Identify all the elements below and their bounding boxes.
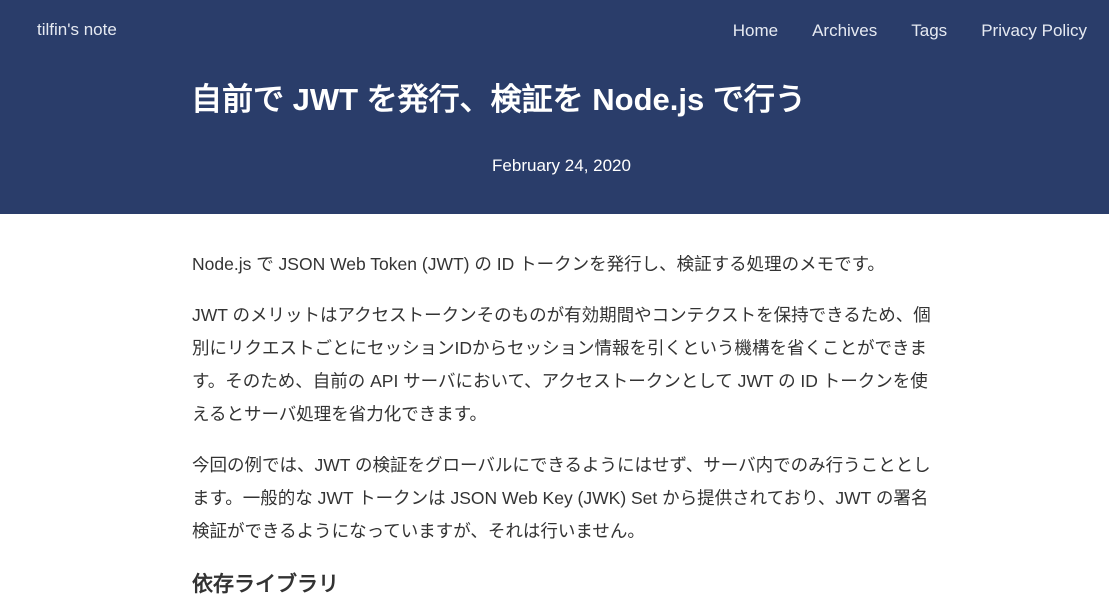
post-paragraph-scope: 今回の例では、JWT の検証をグローバルにできるようにはせず、サーバ内でのみ行う… xyxy=(192,455,931,541)
post-content: Node.js で JSON Web Token (JWT) の ID トークン… xyxy=(192,248,932,600)
main-nav: Home Archives Tags Privacy Policy xyxy=(699,20,1087,42)
site-header: tilfin's note Home Archives Tags Privacy… xyxy=(0,0,1109,214)
nav-archives-link[interactable]: Archives xyxy=(812,20,877,42)
post-date: February 24, 2020 xyxy=(492,156,631,175)
section-heading-dependencies: 依存ライブラリ xyxy=(192,573,339,596)
site-name-link[interactable]: tilfin's note xyxy=(37,19,117,41)
nav-privacy-policy-link[interactable]: Privacy Policy xyxy=(981,20,1087,42)
post-title: 自前で JWT を発行、検証を Node.js で行う xyxy=(191,82,806,117)
nav-tags-link[interactable]: Tags xyxy=(911,20,947,42)
nav-home-link[interactable]: Home xyxy=(733,20,778,42)
post-paragraph-intro: Node.js で JSON Web Token (JWT) の ID トークン… xyxy=(192,254,885,274)
post-paragraph-merits: JWT のメリットはアクセストークンそのものが有効期間やコンテクストを保持できる… xyxy=(192,305,931,424)
